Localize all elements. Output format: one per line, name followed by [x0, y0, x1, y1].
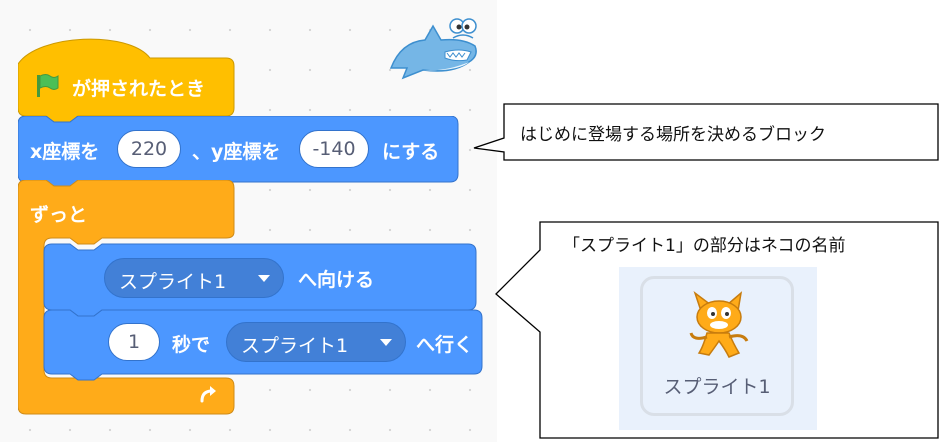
- glide-target-dropdown[interactable]: スプライト1: [226, 322, 406, 362]
- cat-sprite-icon: [689, 290, 749, 358]
- green-flag-icon: [37, 74, 59, 97]
- callout-bottom-text: 「スプライト1」の部分はネコの名前: [563, 236, 846, 256]
- glide-label: へ行く: [416, 334, 474, 356]
- sprite-name-label: スプライト1: [663, 376, 771, 398]
- x-value-input[interactable]: 220: [117, 130, 181, 168]
- shark-icon: [389, 18, 477, 80]
- point-towards-block[interactable]: スプライト1 へ向ける: [44, 244, 476, 310]
- go-to-y-label: 、y座標を: [192, 141, 281, 163]
- loop-arrow-icon: [200, 386, 216, 403]
- go-to-xy-block[interactable]: x座標を 220 、y座標を -140 にする: [18, 116, 460, 186]
- when-flag-clicked-block[interactable]: が押されたとき: [18, 30, 238, 122]
- y-value-input[interactable]: -140: [299, 130, 369, 168]
- hat-block-label: が押されたとき: [72, 78, 206, 100]
- go-to-x-label: x座標を: [30, 141, 100, 163]
- glide-to-block[interactable]: 1 秒で スプライト1 へ行く: [44, 310, 482, 376]
- sprite-panel: スプライト1: [619, 267, 817, 430]
- chevron-down-icon: [380, 339, 392, 346]
- forever-block[interactable]: ずっと スプライト1 へ向ける 1 秒で スプライト1 へ行く: [18, 180, 488, 420]
- go-to-end-label: にする: [382, 141, 440, 163]
- point-towards-target-label: スプライト1: [119, 271, 227, 293]
- glide-seconds-input[interactable]: 1: [108, 323, 160, 361]
- sprite-tile[interactable]: スプライト1: [640, 276, 794, 416]
- glide-seconds-label: 秒で: [172, 334, 211, 356]
- point-towards-target-dropdown[interactable]: スプライト1: [104, 258, 284, 298]
- forever-label: ずっと: [30, 204, 88, 226]
- chevron-down-icon: [258, 275, 270, 282]
- code-workspace[interactable]: が押されたとき x座標を 220 、y座標を -140 にする ずっと スプライ…: [0, 0, 497, 442]
- point-towards-label: へ向ける: [298, 269, 375, 291]
- glide-target-label: スプライト1: [241, 335, 349, 357]
- callout-top-text: はじめに登場する場所を決めるブロック: [520, 125, 826, 145]
